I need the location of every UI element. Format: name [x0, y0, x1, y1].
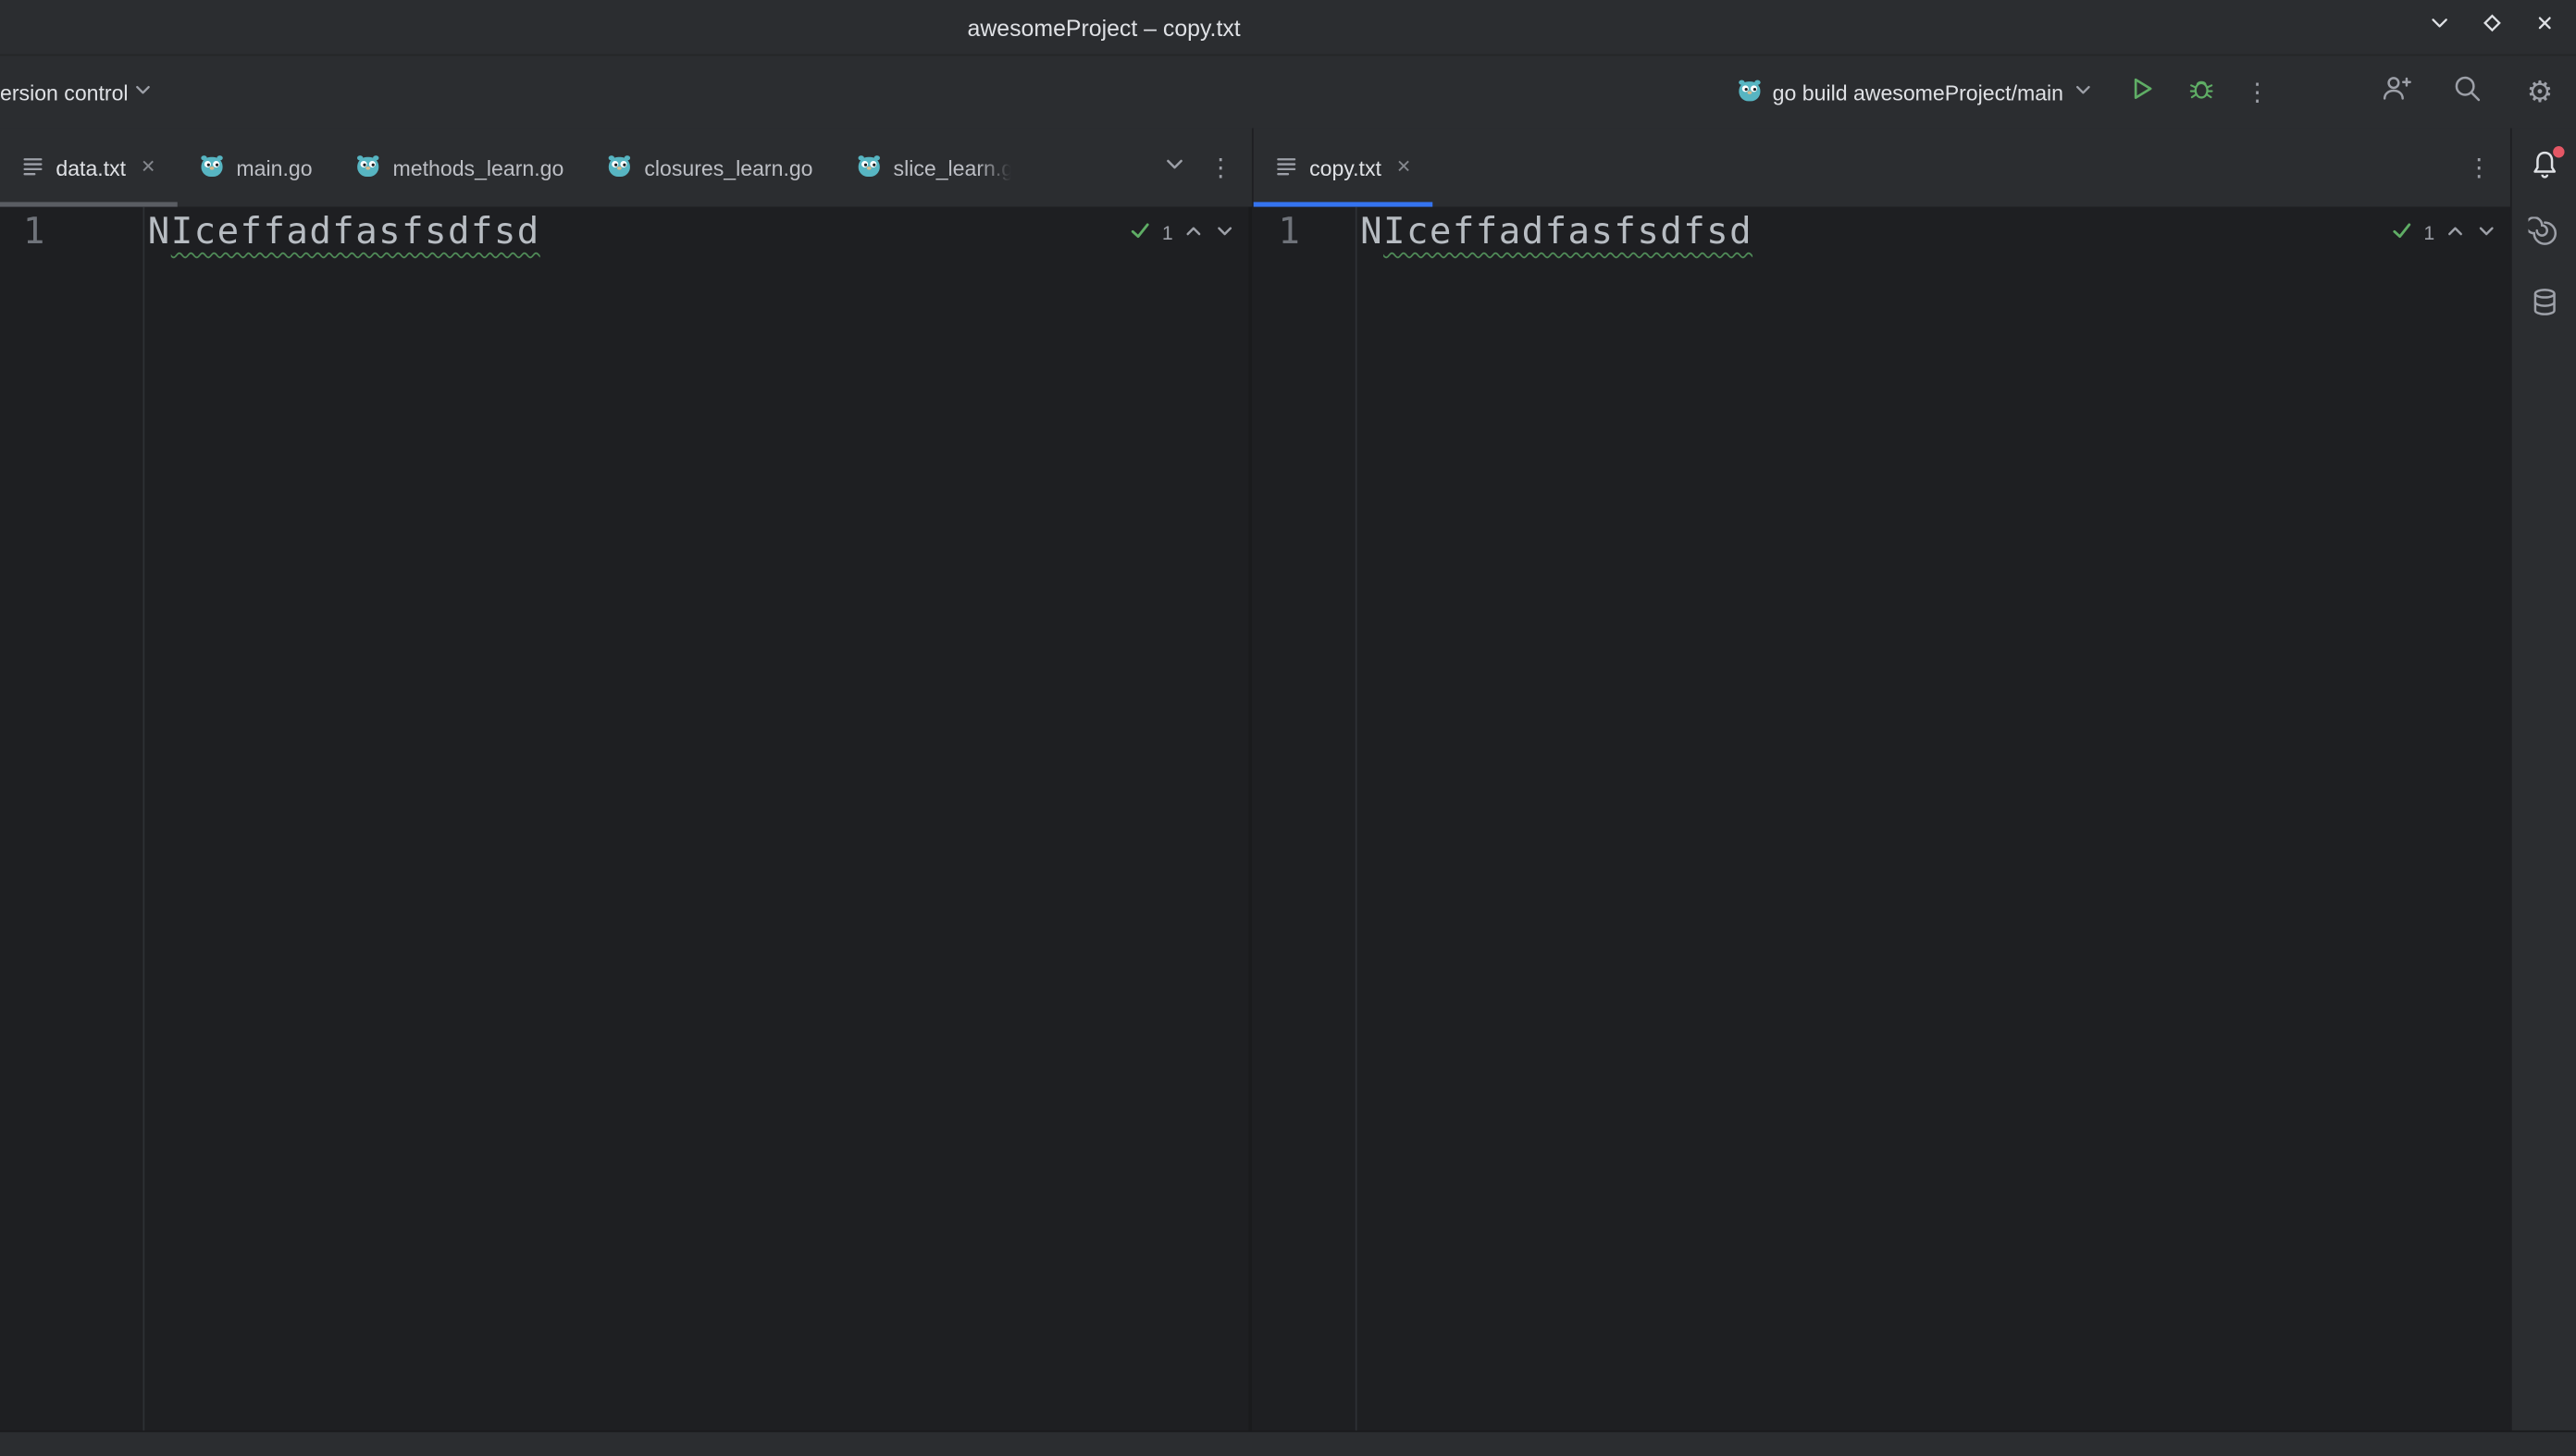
- tab-options-button[interactable]: ⋮: [1199, 146, 1242, 189]
- editor-gutter-right[interactable]: 1: [1252, 207, 1357, 1430]
- tab-data-txt[interactable]: data.txt ✕: [0, 128, 178, 206]
- editor-pane-left[interactable]: 1 NIceffadfasfsdfsd 1: [0, 207, 1252, 1430]
- go-file-icon: [606, 152, 632, 183]
- tab-label: methods_learn.go: [393, 155, 564, 180]
- close-tab-icon[interactable]: ✕: [141, 158, 155, 177]
- run-configuration-selector[interactable]: go build awesomeProject/main: [1727, 68, 2103, 117]
- window-title: awesomeProject – copy.txt: [0, 14, 2208, 40]
- show-hidden-tabs-button[interactable]: [1153, 146, 1195, 189]
- run-play-icon: [2127, 73, 2157, 111]
- kebab-menu-icon: ⋮: [2245, 80, 2270, 105]
- close-window-button[interactable]: [2523, 6, 2566, 48]
- kebab-menu-icon: ⋮: [2467, 155, 2492, 180]
- inspections-widget-right[interactable]: 1: [2391, 218, 2497, 246]
- inspection-ok-icon: [1129, 218, 1152, 246]
- tab-label: data.txt: [56, 155, 126, 180]
- gear-icon: ⚙: [2527, 77, 2554, 106]
- code-line: NIceffadfasfsdfsd: [1360, 212, 1752, 253]
- inspection-ok-icon: [2391, 218, 2414, 246]
- minimize-button[interactable]: [2419, 6, 2461, 48]
- tab-options-button[interactable]: ⋮: [2458, 146, 2500, 189]
- window-controls: [2419, 0, 2567, 55]
- ai-assistant-icon: [2528, 216, 2561, 256]
- tab-closures-learn-go[interactable]: closures_learn.go: [585, 128, 834, 206]
- version-control-widget[interactable]: ersion control: [0, 68, 159, 117]
- title-bar: awesomeProject – copy.txt: [0, 0, 2576, 56]
- line-number: 1: [23, 208, 143, 257]
- minimize-icon: [2426, 10, 2452, 44]
- ide-window: awesomeProject – copy.txt ersion control: [0, 0, 2576, 1456]
- maximize-icon: [2479, 10, 2505, 44]
- right-editor-tab-strip: copy.txt ✕ ⋮: [1252, 128, 2510, 206]
- notifications-button[interactable]: [2518, 142, 2570, 194]
- database-icon: [2528, 285, 2561, 326]
- go-file-icon: [355, 152, 381, 183]
- code-area-left[interactable]: NIceffadfasfsdfsd: [144, 207, 540, 1430]
- tab-label: slice_learn.g: [894, 155, 1014, 180]
- go-file-icon: [856, 152, 882, 183]
- search-everywhere-button[interactable]: [2445, 69, 2491, 116]
- chevron-down-icon: [2074, 80, 2093, 105]
- close-tab-icon[interactable]: ✕: [1396, 158, 1411, 177]
- text-file-icon: [1275, 154, 1298, 181]
- editor-column: data.txt ✕ m: [0, 128, 2510, 1429]
- tab-slice-learn-go[interactable]: slice_learn.g: [835, 128, 1035, 206]
- tab-main-go[interactable]: main.go: [178, 128, 334, 206]
- line-number: 1: [1278, 208, 1355, 257]
- tab-copy-txt[interactable]: copy.txt ✕: [1254, 128, 1433, 206]
- debug-bug-icon: [2186, 73, 2216, 111]
- typo-highlighted-text: Iceffadfasfsdfsd: [171, 212, 540, 253]
- toolbar-right-group: go build awesomeProject/main: [1727, 56, 2563, 128]
- next-problem-icon[interactable]: [2476, 219, 2497, 245]
- main-toolbar: ersion control: [0, 56, 2576, 128]
- right-tool-stripe: [2510, 128, 2576, 1429]
- search-icon: [2451, 71, 2484, 112]
- database-button[interactable]: [2518, 279, 2570, 332]
- code-line: NIceffadfasfsdfsd: [148, 212, 540, 253]
- run-configuration-label: go build awesomeProject/main: [1773, 80, 2063, 105]
- go-file-icon: [199, 152, 225, 183]
- editor-tab-bar: data.txt ✕ m: [0, 128, 2510, 206]
- status-bar: [0, 1430, 2576, 1456]
- inspection-count: 1: [2423, 221, 2434, 244]
- editor-gutter-left[interactable]: 1: [0, 207, 144, 1430]
- chevron-down-icon: [1163, 152, 1186, 183]
- left-editor-tab-strip: data.txt ✕ m: [0, 128, 1252, 206]
- inspection-count: 1: [1162, 221, 1173, 244]
- next-problem-icon[interactable]: [1214, 219, 1235, 245]
- tab-label: main.go: [236, 155, 312, 180]
- previous-problem-icon[interactable]: [2445, 219, 2466, 245]
- right-tab-strip-controls: ⋮: [2458, 128, 2510, 206]
- tab-label: closures_learn.go: [644, 155, 812, 180]
- kebab-menu-icon: ⋮: [1208, 155, 1233, 180]
- inspections-widget-left[interactable]: 1: [1129, 218, 1235, 246]
- notification-badge: [2552, 146, 2563, 157]
- go-run-config-icon: [1737, 77, 1763, 108]
- tab-label: copy.txt: [1309, 155, 1381, 180]
- run-button[interactable]: [2119, 69, 2165, 116]
- maximize-button[interactable]: [2471, 6, 2513, 48]
- previous-problem-icon[interactable]: [1183, 219, 1204, 245]
- more-run-actions-button[interactable]: ⋮: [2235, 69, 2281, 116]
- ai-assistant-button[interactable]: [2518, 210, 2570, 263]
- left-tab-strip-controls: ⋮: [1153, 128, 1252, 206]
- close-icon: [2532, 10, 2557, 44]
- version-control-label: ersion control: [0, 80, 129, 105]
- add-user-icon: [2379, 71, 2412, 112]
- settings-button[interactable]: ⚙: [2517, 69, 2563, 116]
- code-area-right[interactable]: NIceffadfasfsdfsd: [1357, 207, 1753, 1430]
- debug-button[interactable]: [2178, 69, 2224, 116]
- chevron-down-icon: [133, 80, 153, 105]
- middle-area: data.txt ✕ m: [0, 128, 2576, 1429]
- editor-pane-right[interactable]: 1 NIceffadfasfsdfsd 1: [1252, 207, 2510, 1430]
- typo-highlighted-text: Iceffadfasfsdfsd: [1383, 212, 1752, 253]
- tab-methods-learn-go[interactable]: methods_learn.go: [334, 128, 586, 206]
- text-file-icon: [21, 154, 44, 181]
- editor-split-area: 1 NIceffadfasfsdfsd 1: [0, 207, 2510, 1430]
- code-with-me-button[interactable]: [2372, 69, 2419, 116]
